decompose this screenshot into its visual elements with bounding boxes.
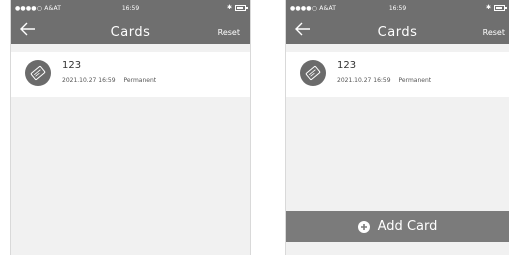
status-time: 16:59 — [121, 5, 140, 12]
card-icon — [300, 60, 326, 86]
page-title: Cards — [110, 25, 151, 40]
card-validity: Permanent — [398, 77, 432, 84]
bluetooth-icon: ✱ — [226, 4, 232, 11]
status-time: 16:59 — [388, 5, 407, 12]
header: ●●●●○ A&AT 16:59 ✱ Cards Reset — [11, 0, 250, 44]
card-meta: 2021.10.27 16:59 Permanent — [337, 77, 431, 84]
add-card-label: Add Card — [377, 219, 438, 234]
card-name: 123 — [62, 60, 82, 71]
card-date: 2021.10.27 16:59 — [62, 77, 116, 84]
status-icons: ✱ — [226, 4, 248, 11]
battery-icon — [235, 4, 248, 11]
add-card-button[interactable]: Add Card — [286, 211, 509, 242]
reset-button[interactable]: Reset — [483, 28, 505, 37]
nav-bar: Cards Reset — [286, 16, 509, 44]
reset-button[interactable]: Reset — [218, 28, 240, 37]
card-list-item[interactable]: 123 2021.10.27 16:59 Permanent — [11, 52, 250, 97]
card-validity: Permanent — [123, 77, 157, 84]
screen-cards-list: ●●●●○ A&AT 16:59 ✱ Cards Reset 123 2021.… — [10, 0, 251, 255]
card-icon — [25, 60, 51, 86]
nav-bar: Cards Reset — [11, 16, 250, 44]
card-date: 2021.10.27 16:59 — [337, 77, 391, 84]
card-list-item[interactable]: 123 2021.10.27 16:59 Permanent — [286, 52, 509, 97]
status-icons: ✱ — [485, 4, 507, 11]
plus-circle-icon — [357, 220, 370, 233]
battery-icon — [494, 4, 507, 11]
bluetooth-icon: ✱ — [485, 4, 491, 11]
status-bar: ●●●●○ A&AT 16:59 ✱ — [286, 0, 509, 16]
status-bar: ●●●●○ A&AT 16:59 ✱ — [11, 0, 250, 16]
page-title: Cards — [377, 25, 418, 40]
screen-cards-with-add: ●●●●○ A&AT 16:59 ✱ Cards Reset 123 2021.… — [285, 0, 509, 255]
header: ●●●●○ A&AT 16:59 ✱ Cards Reset — [286, 0, 509, 44]
card-name: 123 — [337, 60, 357, 71]
card-meta: 2021.10.27 16:59 Permanent — [62, 77, 156, 84]
